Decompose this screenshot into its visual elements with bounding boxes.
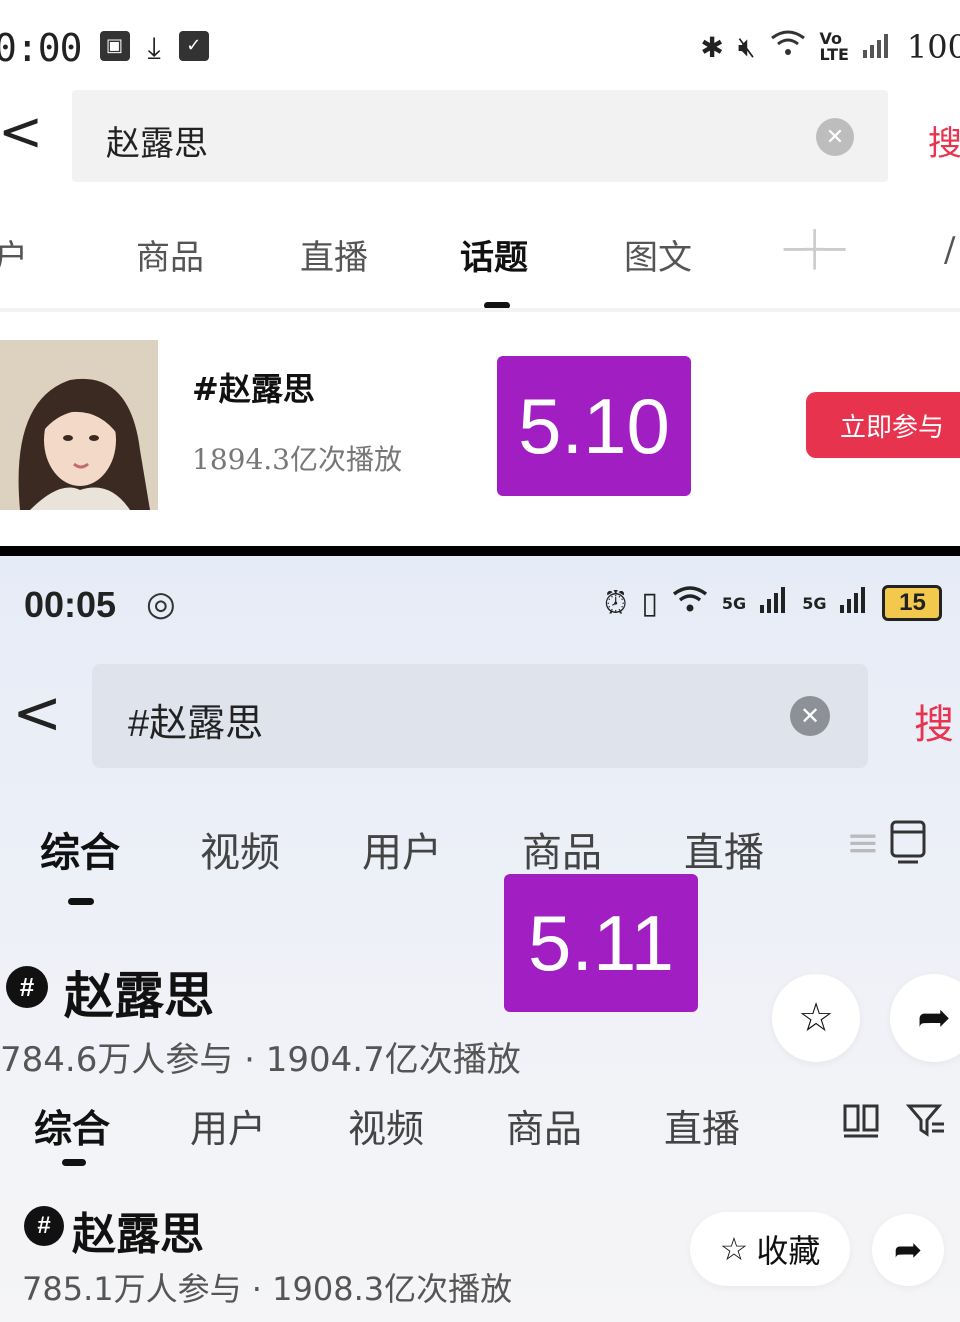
clear-search-icon[interactable]: ✕ [816,118,854,156]
date-badge: 5.11 [504,874,698,1012]
screenshot-before: 0:00 ▣ ⤓ ✓ ✱ 🔇︎ VoLTE 100 < 赵露思 ✕ 搜 户 商 [0,0,960,546]
topic-title[interactable]: 赵露思 [64,956,214,1028]
signal-icon-1 [760,585,788,621]
join-button[interactable]: 立即参与 [806,392,960,458]
tab-more-faded[interactable]: ─┼─ [784,230,845,270]
date-badge: 5.10 [497,356,691,496]
network-type-1: 5G [721,593,747,613]
topic-plays: 1894.3亿次播放 [192,443,402,476]
topic-stats: 785.1万人参与 · 1908.3亿次播放 [22,1270,513,1308]
favorite-button[interactable]: ☆ 收藏 [690,1212,850,1286]
tab-topics[interactable]: 话题 [460,230,528,279]
bluetooth-icon: ✱ [700,30,724,64]
tab-live[interactable]: 直播 [300,230,368,279]
download-icon: ⤓ [147,30,161,66]
hotspot-icon: ◎ [146,584,176,624]
search-query: 赵露思 [106,124,208,164]
topic-title[interactable]: 赵露思 [72,1198,204,1262]
status-time: 0:00 [0,26,83,70]
mute-icon: 🔇︎ [737,30,756,63]
layout-toggle-icon[interactable] [888,818,928,868]
clear-search-icon[interactable]: ✕ [790,696,830,736]
volte-icon: Vo LTE [819,29,849,64]
share-icon: ➦ [893,1230,923,1270]
tab-users[interactable]: 用户 [190,1098,266,1153]
tab-general[interactable]: 综合 [34,1098,110,1153]
screenshot-after: 00:05 ◎ ⏰︎ ▯ 5G 5G 15 < #赵露思 ✕ 搜 综合 视频 用… [0,556,960,1322]
share-button[interactable]: ➦ [872,1214,944,1286]
status-bar: 0:00 ▣ ⤓ ✓ ✱ 🔇︎ Vo LTE 100 [0,0,960,96]
tab-cutoff[interactable]: / [944,230,955,270]
image-icon: ▣ [99,30,130,61]
check-icon: ✓ [178,30,209,61]
tab-users[interactable]: 用户 [362,820,442,878]
search-input[interactable]: #赵露思 ✕ [92,664,868,768]
tab-image-text[interactable]: 图文 [624,230,692,279]
tab-products[interactable]: 商品 [506,1098,582,1153]
network-type-2: 5G [802,593,827,613]
alarm-icon: ⏰︎ [604,585,628,621]
search-input[interactable]: 赵露思 ✕ [72,90,888,182]
grid-view-icon[interactable] [842,1102,880,1142]
tab-live[interactable]: 直播 [664,1098,740,1153]
back-arrow-icon[interactable]: < [0,100,43,163]
star-icon: ☆ [798,995,834,1041]
battery-text: 100 [906,28,960,66]
tab-users[interactable]: 户 [0,230,28,279]
wifi-icon [770,28,806,66]
search-tabs-primary: 综合 视频 用户 商品 直播 ≡ [0,814,960,905]
tab-live[interactable]: 直播 [684,820,764,878]
hashtag-icon: # [24,1206,64,1246]
star-icon: ☆ [719,1230,749,1268]
status-time: 00:05 [24,584,117,625]
signal-icon [862,28,893,66]
wifi-icon [672,584,708,622]
search-query: #赵露思 [128,703,264,745]
topic-stats: 784.6万人参与 · 1904.7亿次播放 [0,1040,521,1080]
status-bar: 00:05 ◎ ⏰︎ ▯ 5G 5G 15 [0,556,960,656]
tab-more-faded[interactable]: ≡ [846,820,880,866]
search-button[interactable]: 搜 [914,692,954,750]
share-button[interactable]: ➦ [890,974,960,1062]
filter-icon[interactable] [905,1102,946,1144]
active-tab-indicator [62,1159,86,1166]
search-bar-row: < 赵露思 ✕ 搜 [0,86,960,186]
signal-icon-2 [840,585,868,621]
search-tabs: 户 商品 直播 话题 图文 ─┼─ / [0,220,960,309]
back-arrow-icon[interactable]: < [12,678,62,748]
topic-avatar[interactable] [0,340,158,510]
tab-video[interactable]: 视频 [348,1098,424,1153]
share-icon: ➦ [917,995,951,1041]
favorite-star-button[interactable]: ☆ [772,974,860,1062]
tab-video[interactable]: 视频 [200,820,280,878]
battery-icon: 15 [882,585,943,621]
tab-general[interactable]: 综合 [40,820,120,878]
favorite-label: 收藏 [756,1232,821,1270]
vibrate-icon: ▯ [641,585,658,621]
tab-products[interactable]: 商品 [136,230,204,279]
tab-products[interactable]: 商品 [522,820,602,878]
topic-title[interactable]: #赵露思 [192,364,315,410]
hashtag-icon: # [6,966,48,1008]
search-button[interactable]: 搜 [928,116,960,165]
active-tab-indicator [68,898,94,905]
